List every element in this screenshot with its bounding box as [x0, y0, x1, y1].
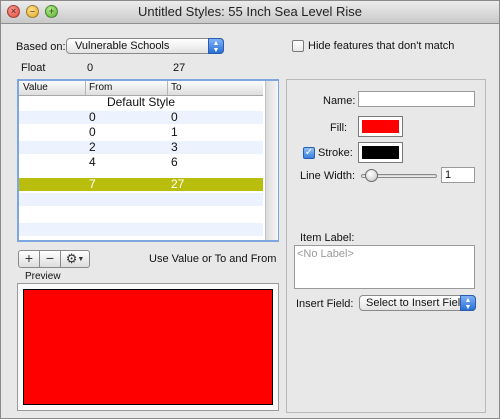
- range-min-value: 0: [87, 62, 94, 74]
- value-cell: 0: [89, 110, 96, 124]
- from-cell: 6: [171, 155, 178, 169]
- table-row-selected[interactable]: 7 27: [19, 178, 263, 191]
- title-bar[interactable]: × – + Untitled Styles: 55 Inch Sea Level…: [1, 1, 499, 24]
- table-scrollbar[interactable]: [265, 81, 278, 240]
- name-input[interactable]: [358, 91, 475, 107]
- preview-swatch: [23, 289, 273, 405]
- styles-window: × – + Untitled Styles: 55 Inch Sea Level…: [0, 0, 500, 419]
- range-max-value: 27: [173, 62, 186, 74]
- remove-rule-button[interactable]: −: [39, 250, 61, 268]
- popup-arrows-icon: ▲ ▼: [208, 38, 224, 54]
- preview-label: Preview: [25, 271, 61, 282]
- item-label-label: Item Label:: [300, 232, 355, 244]
- value-cell: 0: [89, 125, 96, 139]
- line-width-slider-thumb[interactable]: [365, 169, 378, 182]
- column-divider: [85, 81, 86, 95]
- name-label: Name:: [323, 95, 356, 107]
- from-cell: 27: [171, 177, 185, 191]
- add-rule-button[interactable]: +: [18, 250, 40, 268]
- empty-row: [19, 223, 263, 236]
- from-cell: 1: [171, 125, 178, 139]
- from-cell: 0: [171, 110, 178, 124]
- hide-features-checkbox[interactable]: [292, 40, 304, 52]
- stroke-checkbox[interactable]: ✓: [303, 147, 315, 159]
- chevron-down-icon: ▼: [77, 256, 85, 264]
- value-cell: 7: [89, 177, 96, 191]
- stroke-label: Stroke:: [318, 147, 353, 159]
- gear-icon: ⚙: [65, 251, 78, 266]
- line-width-label: Line Width:: [300, 170, 356, 182]
- item-label-placeholder: <No Label>: [297, 248, 354, 260]
- stroke-color-swatch: [362, 146, 399, 159]
- based-on-popup[interactable]: Vulnerable Schools ▲ ▼: [66, 38, 224, 54]
- default-style-row[interactable]: Default Style: [19, 96, 263, 109]
- insert-field-value: Select to Insert Field: [366, 297, 467, 309]
- preview-box: [17, 283, 279, 411]
- fill-color-well[interactable]: [358, 116, 403, 137]
- style-rules-table[interactable]: Value From To Default Style 0 0 0 1 2 3 …: [17, 79, 279, 242]
- table-row[interactable]: 0 0: [19, 111, 263, 124]
- fill-color-swatch: [362, 120, 399, 133]
- item-label-textarea[interactable]: <No Label>: [294, 245, 475, 289]
- column-header-to[interactable]: To: [171, 82, 182, 93]
- mode-hint-text: Use Value or To and From: [149, 253, 277, 265]
- based-on-label: Based on:: [16, 41, 66, 53]
- value-cell: 2: [89, 140, 96, 154]
- stroke-color-well[interactable]: [358, 142, 403, 163]
- table-row[interactable]: 0 1: [19, 126, 263, 139]
- hide-features-label: Hide features that don't match: [308, 40, 455, 52]
- fill-label: Fill:: [330, 122, 348, 134]
- style-settings-panel: Name: Fill: ✓ Stroke: Line Width: 1 Item…: [286, 79, 486, 413]
- value-cell: 4: [89, 155, 96, 169]
- table-row[interactable]: 4 6: [19, 156, 263, 169]
- empty-row: [19, 193, 263, 206]
- insert-field-popup[interactable]: Select to Insert Field ▲ ▼: [359, 295, 476, 311]
- column-header-value[interactable]: Value: [23, 82, 48, 93]
- popup-arrows-icon: ▲ ▼: [460, 295, 476, 311]
- window-title: Untitled Styles: 55 Inch Sea Level Rise: [137, 4, 362, 19]
- default-style-label: Default Style: [106, 95, 176, 109]
- based-on-value: Vulnerable Schools: [75, 40, 170, 52]
- column-divider: [167, 81, 168, 95]
- action-menu-button[interactable]: ⚙▼: [60, 250, 90, 268]
- table-row[interactable]: 2 3: [19, 141, 263, 154]
- table-header: Value From To: [19, 81, 263, 96]
- column-header-from[interactable]: From: [89, 82, 112, 93]
- from-cell: 3: [171, 140, 178, 154]
- line-width-input[interactable]: 1: [441, 167, 475, 183]
- field-type-label: Float: [21, 62, 46, 74]
- insert-field-label: Insert Field:: [296, 298, 354, 310]
